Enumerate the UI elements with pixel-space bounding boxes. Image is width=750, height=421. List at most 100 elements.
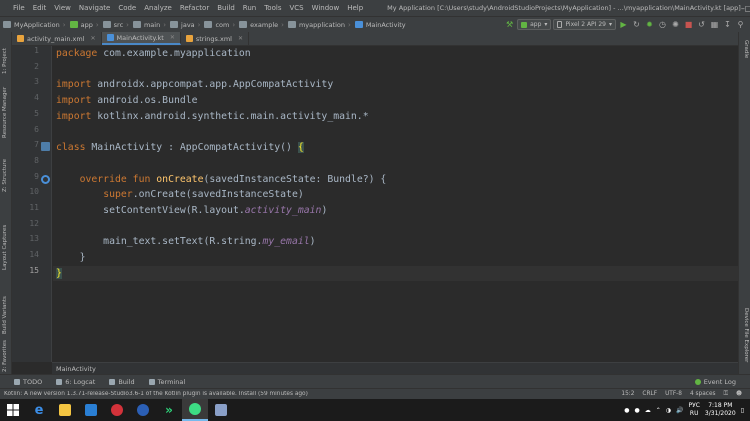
close-tab-icon[interactable]: ✕ (91, 35, 96, 42)
opera-icon[interactable] (130, 399, 156, 421)
crumb-src[interactable]: src (100, 21, 126, 29)
crumb-project[interactable]: MyApplication (0, 21, 62, 29)
edge-browser-icon[interactable]: e (26, 399, 52, 421)
run-icon[interactable]: ▶ (618, 19, 629, 30)
tool-layout-captures[interactable]: Layout Captures (2, 225, 8, 270)
hammer-icon[interactable]: ⚒ (504, 19, 515, 30)
tool-todo[interactable]: TODO (14, 378, 42, 386)
line-number: 10 (29, 187, 39, 197)
close-tab-icon[interactable]: ✕ (170, 34, 175, 41)
code-line-5: import kotlinx.android.synthetic.main.ac… (56, 109, 369, 125)
people-icon[interactable]: ● (624, 407, 629, 414)
lock-icon[interactable]: ⚿ (724, 391, 728, 398)
notifications-icon[interactable]: ▯ (741, 407, 744, 414)
line-number: 15 (29, 265, 39, 275)
menu-window[interactable]: Window (308, 4, 344, 12)
tool-favorites[interactable]: 2: Favorites (2, 340, 8, 372)
sync-gradle-icon[interactable]: ↺ (696, 19, 707, 30)
code-editor[interactable]: package com.example.myapplication import… (53, 46, 738, 362)
status-message[interactable]: Kotlin: A new version 1.3.71-release-Stu… (4, 391, 621, 397)
stop-icon[interactable]: ■ (683, 19, 694, 30)
keyword: import (56, 95, 92, 107)
tool-resource-manager[interactable]: Resource Manager (2, 87, 8, 138)
wifi-icon[interactable]: ◑ (666, 407, 671, 414)
tab-activity-main-xml[interactable]: activity_main.xml ✕ (12, 32, 102, 45)
caret-position[interactable]: 15:2 (621, 391, 634, 398)
breadcrumb-label: MainActivity (56, 365, 96, 373)
sdk-manager-icon[interactable]: ↧ (722, 19, 733, 30)
tool-build[interactable]: Build (109, 378, 135, 386)
store-icon[interactable] (78, 399, 104, 421)
run-config-select[interactable]: app ▾ (517, 19, 552, 30)
language-indicator[interactable]: РУС RU (688, 402, 699, 418)
device-select[interactable]: Pixel 2 API 29 ▾ (553, 19, 616, 30)
menu-run[interactable]: Run (239, 4, 260, 12)
editor-breadcrumb[interactable]: MainActivity (52, 362, 738, 374)
vivaldi-icon[interactable] (104, 399, 130, 421)
tool-terminal[interactable]: Terminal (148, 378, 185, 386)
menu-code[interactable]: Code (114, 4, 140, 12)
maximize-icon[interactable]: □ (745, 4, 750, 13)
menu-build[interactable]: Build (213, 4, 239, 12)
crumb-app[interactable]: app (67, 21, 95, 29)
tool-label: 6: Logcat (65, 377, 96, 386)
tool-project[interactable]: 1: Project (2, 48, 8, 74)
class-layout-icon[interactable] (41, 142, 50, 151)
crumb-mainactivity[interactable]: MainActivity (352, 21, 408, 29)
tool-structure[interactable]: Z: Structure (2, 159, 8, 192)
line-separator[interactable]: CRLF (642, 391, 657, 398)
crumb-main[interactable]: main (130, 21, 162, 29)
menu-file[interactable]: File (9, 4, 29, 12)
keyword: super (103, 189, 133, 201)
menu-view[interactable]: View (50, 4, 75, 12)
menu-edit[interactable]: Edit (29, 4, 51, 12)
crumb-example[interactable]: example (236, 21, 280, 29)
chevron-down-icon: ▾ (544, 21, 548, 28)
menu-refactor[interactable]: Refactor (176, 4, 213, 12)
tool-gradle[interactable]: Gradle (743, 40, 749, 58)
menu-tools[interactable]: Tools (260, 4, 285, 12)
menu-navigate[interactable]: Navigate (75, 4, 114, 12)
screenshot-tool-icon[interactable] (208, 399, 234, 421)
menu-analyze[interactable]: Analyze (140, 4, 176, 12)
clock[interactable]: 7:18 PM 3/31/2020 (705, 402, 736, 418)
onedrive-icon[interactable]: ☁ (645, 407, 651, 414)
windows-start-icon[interactable] (0, 399, 26, 421)
override-marker-icon[interactable] (41, 175, 50, 184)
tool-device-file-explorer[interactable]: Device File Explorer (743, 308, 749, 362)
tool-build-variants[interactable]: Build Variants (2, 296, 8, 334)
indent-setting[interactable]: 4 spaces (690, 391, 716, 398)
folder-icon (239, 21, 248, 28)
tool-event-log[interactable]: Event Log (694, 378, 736, 386)
crumb-myapplication[interactable]: myapplication (285, 21, 347, 29)
menu-vcs[interactable]: VCS (285, 4, 307, 12)
debug-icon[interactable]: ✹ (644, 19, 655, 30)
crumb-java[interactable]: java (167, 21, 197, 29)
android-studio-taskbar-icon[interactable] (182, 399, 208, 421)
tab-mainactivity-kt[interactable]: MainActivity.kt ✕ (101, 32, 181, 45)
tab-label: MainActivity.kt (116, 33, 164, 42)
jetbrains-toolbox-icon[interactable]: » (156, 399, 182, 421)
line-number: 1 (34, 46, 39, 55)
profile-icon[interactable]: ◷ (657, 19, 668, 30)
folder-icon (170, 21, 179, 28)
list-icon (14, 378, 20, 385)
volume-icon[interactable]: 🔊 (676, 407, 683, 414)
file-encoding[interactable]: UTF-8 (665, 391, 682, 398)
inspector-icon[interactable]: ☻ (736, 391, 742, 398)
avd-manager-icon[interactable]: ▦ (709, 19, 720, 30)
tray-expand-icon[interactable]: ⌃ (656, 407, 661, 414)
apply-changes-icon[interactable]: ↻ (631, 19, 642, 30)
code-text: .onCreate(savedInstanceState) (132, 189, 304, 201)
crumb-com[interactable]: com (201, 21, 231, 29)
tab-strings-xml[interactable]: strings.xml ✕ (181, 32, 249, 45)
attach-debugger-icon[interactable]: ✺ (670, 19, 681, 30)
tool-logcat[interactable]: 6: Logcat (56, 378, 95, 386)
menu-help[interactable]: Help (343, 4, 367, 12)
file-explorer-icon[interactable] (52, 399, 78, 421)
line-number: 9 (34, 171, 39, 181)
search-icon[interactable]: ⚲ (735, 19, 746, 30)
network-icon[interactable]: ● (634, 407, 639, 414)
close-tab-icon[interactable]: ✕ (238, 35, 243, 42)
